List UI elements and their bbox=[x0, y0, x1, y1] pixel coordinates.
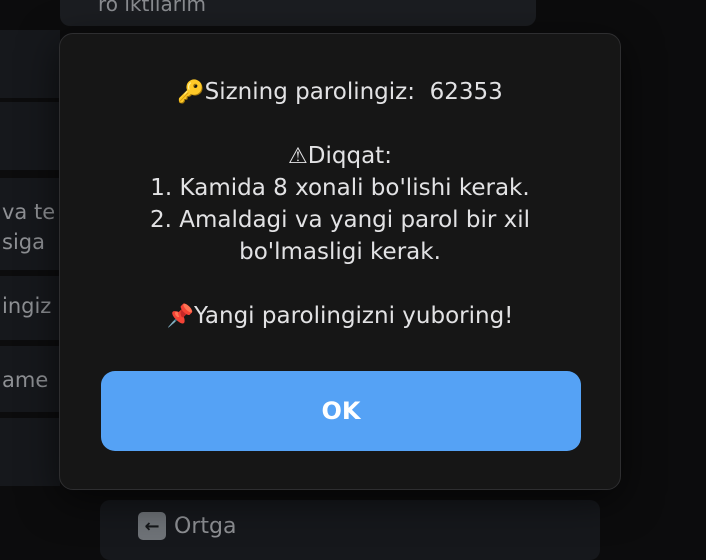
back-button[interactable]: ← Ortga bbox=[138, 510, 236, 542]
warning-rule: bo'lmasligi kerak. bbox=[239, 239, 441, 265]
background-message-bubble: ro iktilarim bbox=[60, 0, 536, 26]
background-card-top bbox=[0, 30, 60, 98]
password-value: 62353 bbox=[429, 79, 503, 105]
background-message-text: ro iktilarim bbox=[98, 0, 206, 16]
key-icon: 🔑 bbox=[177, 80, 205, 105]
background-card-2: ingiz bbox=[0, 276, 60, 340]
ok-button[interactable]: OK bbox=[101, 371, 581, 451]
pushpin-icon: 📌 bbox=[166, 304, 195, 329]
background-card-bottom bbox=[0, 418, 60, 486]
warning-rule: 2. Amaldagi va yangi parol bir xil bbox=[149, 207, 531, 233]
background-card-line: siga bbox=[2, 230, 45, 254]
arrow-left-icon: ← bbox=[138, 512, 166, 540]
warning-rule: 1. Kamida 8 xonali bo'lishi kerak. bbox=[150, 175, 530, 201]
password-label: Sizning parolingiz: bbox=[204, 79, 415, 105]
instruction-text: Yangi parolingizni yuboring! bbox=[194, 303, 514, 329]
warning-icon: ⚠ bbox=[288, 144, 308, 169]
background-card-empty bbox=[0, 102, 60, 170]
background-card-1: va te siga bbox=[0, 178, 60, 270]
instruction-line: 📌Yangi parolingizni yuboring! bbox=[60, 300, 620, 332]
alert-message: 🔑Sizning parolingiz: 62353 ⚠Diqqat: 1. K… bbox=[60, 76, 620, 332]
back-button-label: Ortga bbox=[174, 513, 237, 539]
background-card-line: ame bbox=[2, 368, 49, 392]
warning-title-line: ⚠Diqqat: bbox=[60, 140, 620, 172]
background-card-line: ingiz bbox=[2, 294, 52, 318]
warning-title: Diqqat: bbox=[307, 143, 392, 169]
alert-dialog: 🔑Sizning parolingiz: 62353 ⚠Diqqat: 1. K… bbox=[59, 33, 621, 490]
password-line: 🔑Sizning parolingiz: 62353 bbox=[60, 76, 620, 108]
background-card-3: ame bbox=[0, 346, 60, 412]
background-card-line: va te bbox=[2, 200, 56, 224]
screen: ro iktilarim va te siga ingiz ame ← Ortg… bbox=[0, 0, 706, 560]
